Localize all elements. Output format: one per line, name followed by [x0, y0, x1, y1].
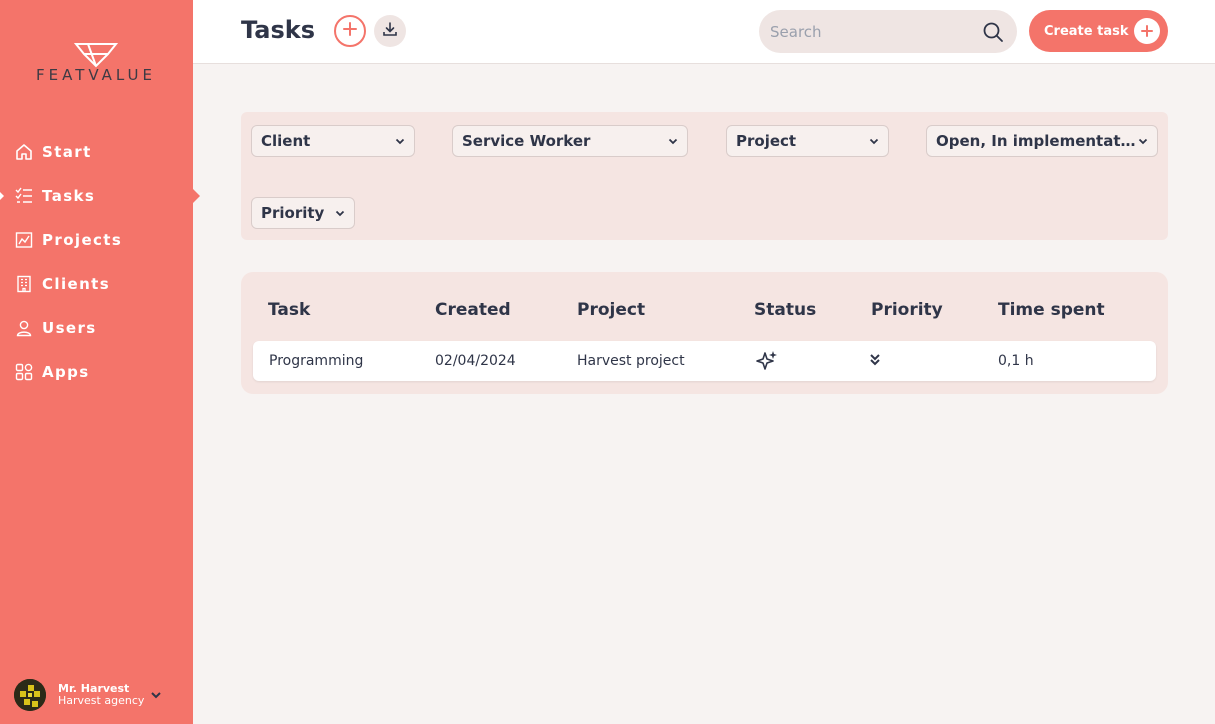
- sidebar-item-label: Users: [42, 319, 97, 337]
- top-header: Tasks Create task: [193, 0, 1215, 64]
- chevron-down-icon[interactable]: [150, 686, 162, 705]
- sidebar-item-label: Start: [42, 143, 92, 161]
- status-filter-value: Open, In implementat...: [936, 132, 1137, 150]
- column-header-project[interactable]: Project: [577, 300, 645, 320]
- plus-icon: [1134, 18, 1160, 44]
- sidebar-item-label: Tasks: [42, 187, 96, 205]
- priority-filter-select[interactable]: Priority: [251, 197, 355, 229]
- user-organization: Harvest agency: [58, 694, 145, 707]
- client-filter-select[interactable]: Client: [251, 125, 415, 157]
- client-filter-value: Client: [261, 132, 311, 150]
- double-chevron-down-icon: [869, 353, 881, 371]
- sidebar-item-label: Apps: [42, 363, 90, 381]
- logo-mark-icon: [74, 43, 118, 68]
- column-header-status[interactable]: Status: [754, 300, 816, 320]
- checklist-icon: [15, 187, 33, 205]
- priority-filter-value: Priority: [261, 204, 325, 222]
- cell-task: Programming: [269, 353, 364, 369]
- column-header-created[interactable]: Created: [435, 300, 511, 320]
- search-input[interactable]: [770, 22, 970, 41]
- chevron-down-icon: [868, 132, 882, 151]
- user-icon: [15, 319, 33, 337]
- sidebar-item-label: Clients: [42, 275, 111, 293]
- chevron-down-icon: [394, 132, 408, 151]
- plus-icon: [342, 21, 358, 41]
- search-box: [759, 10, 1017, 53]
- avatar: [14, 679, 46, 711]
- create-task-label: Create task: [1044, 23, 1129, 39]
- status-filter-select[interactable]: Open, In implementat...: [926, 125, 1158, 157]
- sidebar-item-start[interactable]: Start: [0, 130, 193, 174]
- filter-panel: Client Service Worker Project Open, In i…: [241, 112, 1168, 240]
- download-button[interactable]: [374, 15, 406, 47]
- project-filter-value: Project: [736, 132, 797, 150]
- cell-project: Harvest project: [577, 353, 685, 369]
- sidebar-nav: Start Tasks Projects Clients Users Apps: [0, 130, 200, 394]
- service-worker-filter-value: Service Worker: [462, 132, 591, 150]
- column-header-time-spent[interactable]: Time spent: [998, 300, 1105, 320]
- sidebar-item-tasks[interactable]: Tasks: [0, 174, 200, 218]
- building-icon: [15, 275, 33, 293]
- search-icon[interactable]: [982, 21, 1004, 47]
- sidebar-item-users[interactable]: Users: [0, 306, 193, 350]
- download-icon: [382, 21, 398, 41]
- brand-logo[interactable]: FEATVALUE: [18, 42, 174, 86]
- sidebar: FEATVALUE Start Tasks Projects Clients U…: [0, 0, 200, 724]
- service-worker-filter-select[interactable]: Service Worker: [452, 125, 688, 157]
- sidebar-item-clients[interactable]: Clients: [0, 262, 193, 306]
- sparkles-icon: [756, 350, 778, 376]
- chevron-down-icon: [667, 132, 681, 151]
- column-header-priority[interactable]: Priority: [871, 300, 943, 320]
- brand-name: FEATVALUE: [36, 66, 156, 84]
- sidebar-item-label: Projects: [42, 231, 123, 249]
- sidebar-item-apps[interactable]: Apps: [0, 350, 193, 394]
- create-task-button[interactable]: Create task: [1029, 10, 1168, 52]
- chart-icon: [15, 231, 33, 249]
- user-menu[interactable]: Mr. Harvest Harvest agency: [14, 678, 184, 712]
- sidebar-item-projects[interactable]: Projects: [0, 218, 193, 262]
- project-filter-select[interactable]: Project: [726, 125, 889, 157]
- tasks-table: Task Created Project Status Priority Tim…: [241, 272, 1168, 394]
- chevron-down-icon: [334, 204, 348, 223]
- cell-time-spent: 0,1 h: [998, 353, 1034, 369]
- add-task-button[interactable]: [334, 15, 366, 47]
- user-info: Mr. Harvest Harvest agency: [58, 683, 144, 707]
- cell-created: 02/04/2024: [435, 353, 516, 369]
- home-icon: [15, 143, 33, 161]
- chevron-down-icon: [1137, 132, 1151, 151]
- page-title: Tasks: [241, 16, 316, 44]
- table-row[interactable]: Programming 02/04/2024 Harvest project 0…: [253, 341, 1156, 381]
- column-header-task[interactable]: Task: [268, 300, 310, 320]
- apps-grid-icon: [15, 363, 33, 381]
